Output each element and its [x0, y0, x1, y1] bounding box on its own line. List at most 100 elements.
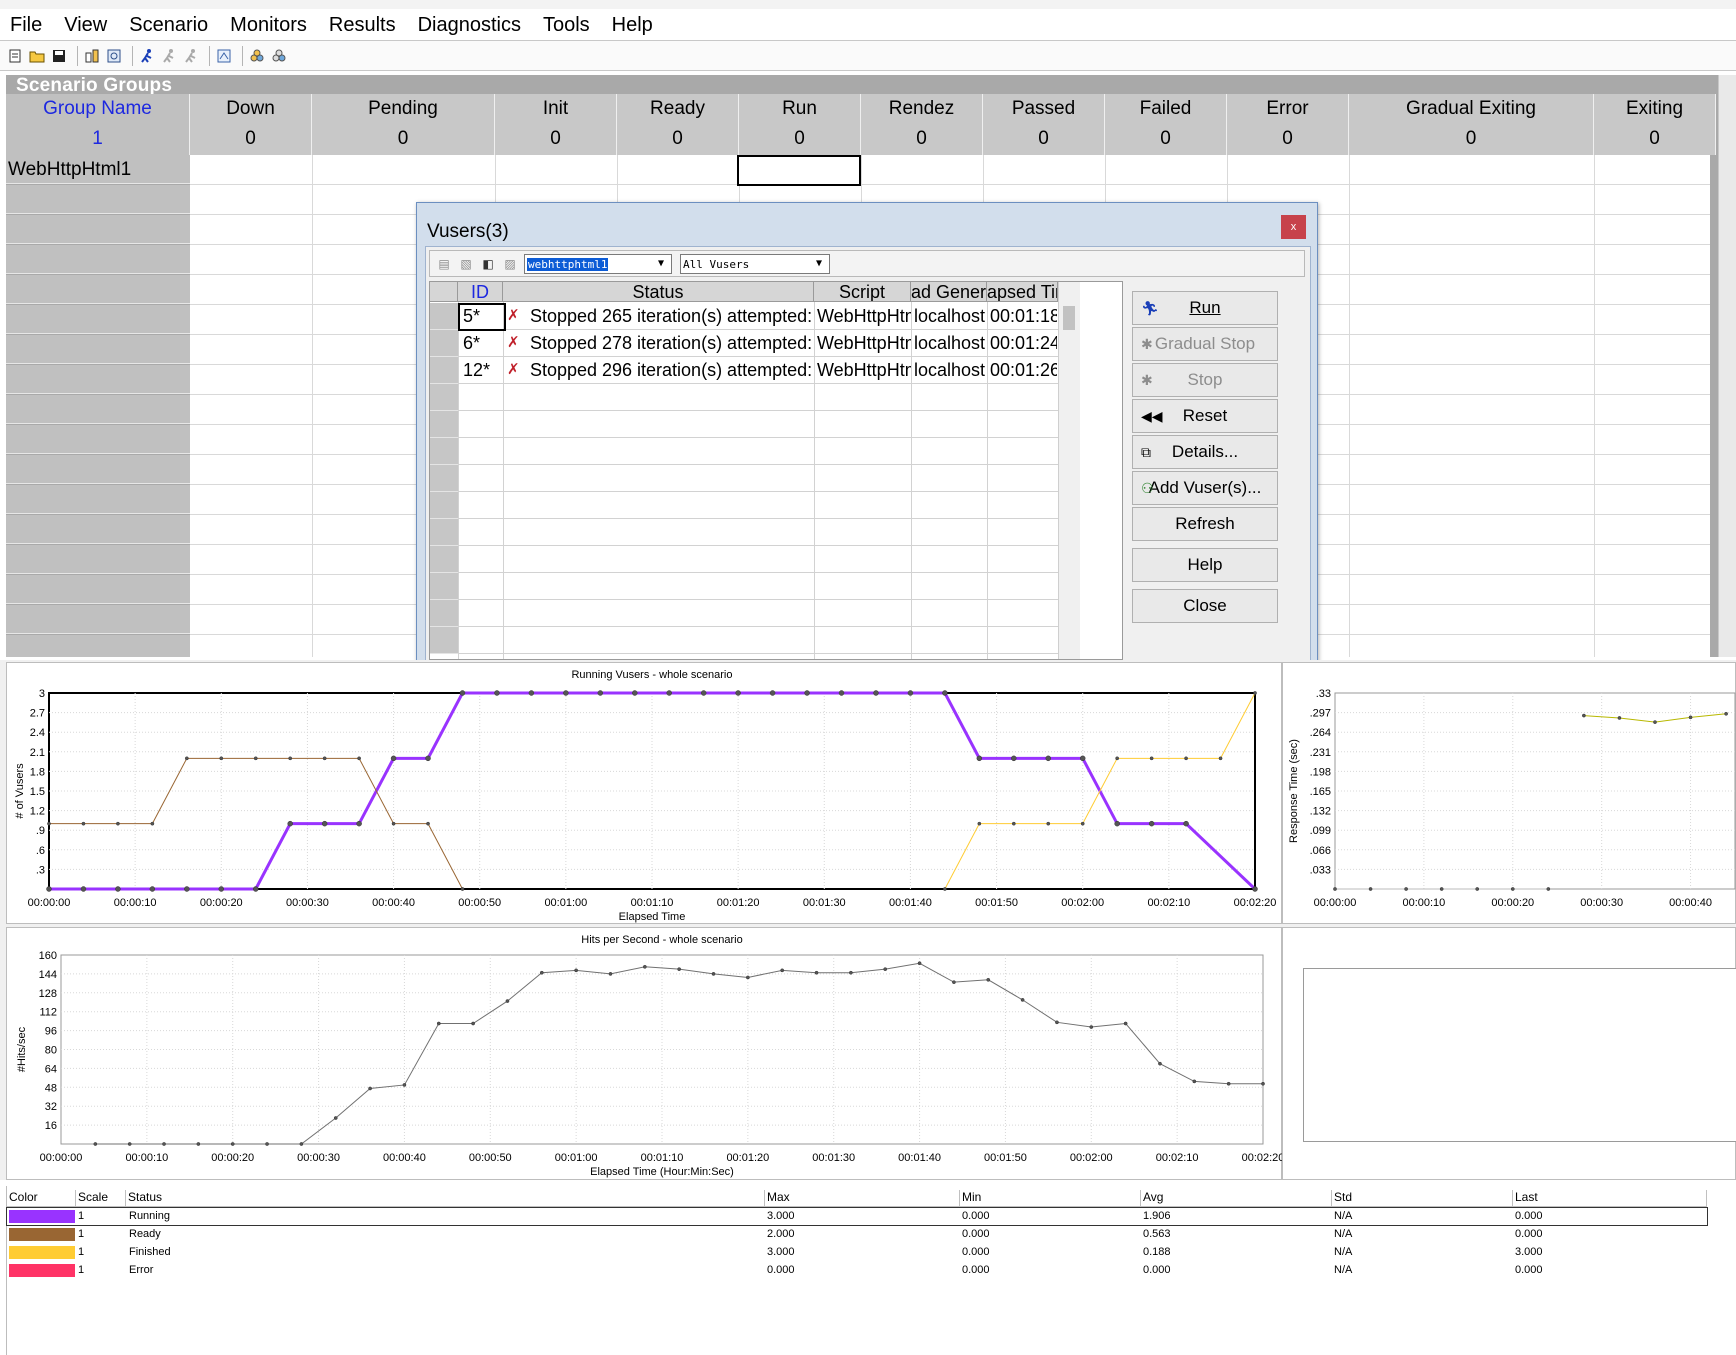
vuser-id-cell[interactable]: 12*	[461, 357, 503, 386]
row-header[interactable]	[430, 627, 458, 654]
col-pending[interactable]: Pending 0	[312, 94, 495, 155]
groups-scrollbar[interactable]	[1718, 75, 1736, 657]
row-header[interactable]	[430, 492, 458, 519]
legend-col-max[interactable]: Max	[765, 1190, 960, 1207]
group-icon[interactable]	[83, 47, 101, 65]
vuser-elapsed-cell[interactable]: 00:01:24	[988, 330, 1057, 359]
vusers-scrollbar[interactable]	[1058, 282, 1080, 659]
legend-col-status[interactable]: Status	[126, 1190, 765, 1207]
vuser-id-cell[interactable]: 6*	[461, 330, 503, 359]
group-cells[interactable]	[190, 155, 1710, 185]
vuser-generator-cell[interactable]: localhost	[912, 330, 986, 359]
group-name-cell[interactable]	[6, 515, 190, 544]
reset-button[interactable]: ◀◀ Reset	[1132, 399, 1278, 433]
close-icon[interactable]: x	[1281, 215, 1306, 239]
col-failed[interactable]: Failed 0	[1105, 94, 1227, 155]
legend-row[interactable]: 1 Running 3.000 0.000 1.906 N/A 0.000	[6, 1207, 1708, 1226]
legend-col-std[interactable]: Std	[1332, 1190, 1513, 1207]
group-name-cell[interactable]	[6, 185, 190, 214]
row-header[interactable]	[430, 600, 458, 627]
col-load-generator[interactable]: ad Genera	[911, 282, 987, 302]
group-row[interactable]: WebHttpHtml1	[6, 155, 1736, 185]
legend-col-last[interactable]: Last	[1513, 1190, 1707, 1207]
show-vuser-icon[interactable]: ▨	[502, 256, 518, 272]
group-name-cell[interactable]: WebHttpHtml1	[6, 155, 190, 184]
details-button[interactable]: ⧉ Details...	[1132, 435, 1278, 469]
menu-file[interactable]: File	[0, 14, 53, 37]
legend-color-swatch[interactable]	[9, 1210, 75, 1223]
row-header[interactable]	[430, 411, 458, 438]
col-error[interactable]: Error 0	[1227, 94, 1349, 155]
group-name-cell[interactable]	[6, 605, 190, 634]
menu-tools[interactable]: Tools	[532, 14, 601, 37]
col-init[interactable]: Init 0	[495, 94, 617, 155]
group-name-cell[interactable]	[6, 305, 190, 334]
group-name-cell[interactable]	[6, 275, 190, 304]
vuser-generator-cell[interactable]: localhost	[912, 357, 986, 386]
vuser-script-cell[interactable]: WebHttpHtm	[815, 357, 911, 386]
legend-row[interactable]: 1 Ready 2.000 0.000 0.563 N/A 0.000	[7, 1226, 1707, 1243]
legend-col-scale[interactable]: Scale	[76, 1190, 126, 1207]
disconnect-icon[interactable]	[270, 47, 288, 65]
legend-row[interactable]: 1 Finished 3.000 0.000 0.188 N/A 3.000	[7, 1244, 1707, 1261]
menu-diagnostics[interactable]: Diagnostics	[407, 14, 532, 37]
col-exiting[interactable]: Exiting 0	[1594, 94, 1716, 155]
row-header[interactable]	[430, 546, 458, 573]
run-vuser-icon[interactable]: ▤	[436, 256, 452, 272]
legend-color-swatch[interactable]	[9, 1264, 75, 1277]
legend-col-avg[interactable]: Avg	[1141, 1190, 1332, 1207]
group-name-cell[interactable]	[6, 455, 190, 484]
group-name-cell[interactable]	[6, 485, 190, 514]
group-name-cell[interactable]	[6, 215, 190, 244]
save-icon[interactable]	[50, 47, 68, 65]
col-id[interactable]: ID	[458, 282, 503, 302]
group-name-cell[interactable]	[6, 575, 190, 604]
col-down[interactable]: Down 0	[190, 94, 312, 155]
details-icon[interactable]	[105, 47, 123, 65]
menu-scenario[interactable]: Scenario	[118, 14, 219, 37]
row-header[interactable]	[430, 519, 458, 546]
open-icon[interactable]	[28, 47, 46, 65]
col-run[interactable]: Run 0	[739, 94, 861, 155]
gradual-stop-icon[interactable]	[160, 47, 178, 65]
vusers-icon[interactable]	[215, 47, 233, 65]
group-name-cell[interactable]	[6, 635, 190, 657]
col-status[interactable]: Status	[503, 282, 814, 302]
legend-col-min[interactable]: Min	[960, 1190, 1141, 1207]
vuser-iterations-cell[interactable]: 278 iteration(s) attempted: 2'	[600, 330, 812, 359]
row-header[interactable]	[430, 465, 458, 492]
row-header[interactable]	[430, 573, 458, 600]
vuser-elapsed-cell[interactable]: 00:01:26	[988, 357, 1057, 386]
group-filter-select[interactable]: webhttphtml1 ▼	[524, 253, 672, 274]
run-button[interactable]: 🏃︎ Run	[1132, 291, 1278, 325]
legend-color-swatch[interactable]	[9, 1228, 75, 1241]
running-vusers-panel[interactable]: Running Vusers - whole scenario 3 2.7 2.4 2.…	[6, 662, 1282, 924]
gradual-stop-button[interactable]: ✱ Gradual Stop	[1132, 327, 1278, 361]
group-name-cell[interactable]	[6, 245, 190, 274]
vuser-status-cell[interactable]: Stopped	[528, 303, 608, 332]
stop-icon[interactable]	[182, 47, 200, 65]
row-header[interactable]	[430, 384, 458, 411]
response-time-panel[interactable]: .33 .297 .264 .231 .198 .165 .132 .099 .066 .033 0…	[1282, 662, 1736, 924]
menu-help[interactable]: Help	[601, 14, 664, 37]
vuser-script-cell[interactable]: WebHttpHtm	[815, 330, 911, 359]
stop-vuser-icon[interactable]: ▧	[458, 256, 474, 272]
col-passed[interactable]: Passed 0	[983, 94, 1105, 155]
col-group-name[interactable]: Group Name 1	[6, 94, 190, 155]
reset-vuser-icon[interactable]: ◧	[480, 256, 496, 272]
group-name-cell[interactable]	[6, 395, 190, 424]
legend-color-swatch[interactable]	[9, 1246, 75, 1259]
group-name-cell[interactable]	[6, 335, 190, 364]
vuser-generator-cell[interactable]: localhost	[912, 303, 986, 332]
group-name-cell[interactable]	[6, 425, 190, 454]
vuser-script-cell[interactable]: WebHttpHtm	[815, 303, 911, 332]
run-icon[interactable]	[138, 47, 156, 65]
legend-col-color[interactable]: Color	[7, 1190, 76, 1207]
vuser-filter-select[interactable]: All Vusers ▼	[680, 253, 830, 274]
row-header[interactable]	[430, 330, 458, 357]
col-rendez[interactable]: Rendez 0	[861, 94, 983, 155]
legend-row[interactable]: 1 Error 0.000 0.000 0.000 N/A 0.000	[7, 1262, 1707, 1279]
connect-icon[interactable]	[248, 47, 266, 65]
group-name-cell[interactable]	[6, 365, 190, 394]
new-scenario-icon[interactable]	[6, 47, 24, 65]
